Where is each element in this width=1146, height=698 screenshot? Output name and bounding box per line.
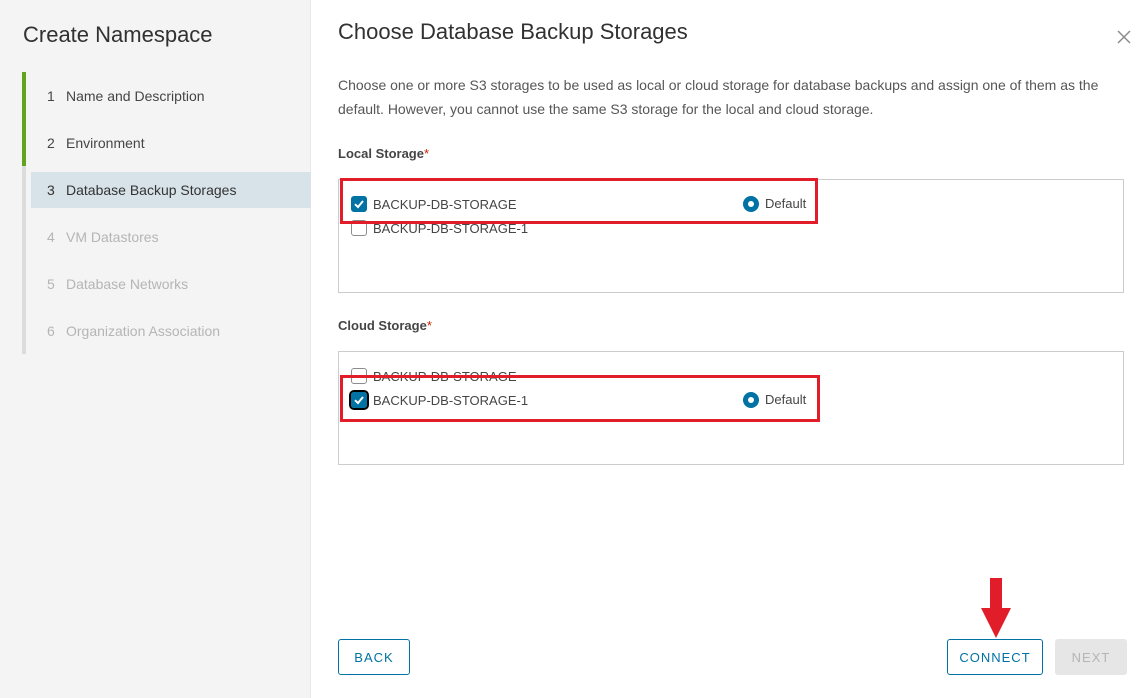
step-label: VM Datastores bbox=[66, 228, 159, 245]
cloud-storage-label: Cloud Storage* bbox=[338, 318, 432, 333]
cloud-storage-label-text: Cloud Storage bbox=[338, 318, 427, 333]
local-storage-label-text: Local Storage bbox=[338, 146, 424, 161]
annotation-highlight-box bbox=[340, 178, 818, 224]
step-label: Organization Association bbox=[66, 322, 221, 339]
annotation-arrow-icon bbox=[981, 578, 1011, 638]
step-organization-association: 6 Organization Association bbox=[22, 307, 311, 354]
step-label: Database Networks bbox=[66, 275, 189, 292]
step-label: Name and Description bbox=[66, 87, 205, 104]
step-vm-datastores: 4 VM Datastores bbox=[22, 213, 311, 260]
wizard-steps: 1 Name and Description 2 Environment 3 D… bbox=[22, 72, 311, 354]
step-number: 6 bbox=[47, 322, 55, 339]
step-number: 1 bbox=[47, 87, 55, 104]
step-environment[interactable]: 2 Environment bbox=[22, 119, 311, 166]
required-mark: * bbox=[426, 318, 432, 333]
step-database-backup-storages[interactable]: 3 Database Backup Storages bbox=[22, 166, 311, 213]
step-database-networks: 5 Database Networks bbox=[22, 260, 311, 307]
step-number: 5 bbox=[47, 275, 55, 292]
step-name-and-description[interactable]: 1 Name and Description bbox=[22, 72, 311, 119]
page-title: Choose Database Backup Storages bbox=[338, 19, 688, 44]
page-description: Choose one or more S3 storages to be use… bbox=[338, 77, 1099, 117]
local-storage-label: Local Storage* bbox=[338, 146, 429, 161]
step-number: 4 bbox=[47, 228, 55, 245]
required-mark: * bbox=[423, 146, 430, 161]
step-number: 3 bbox=[47, 181, 55, 198]
close-icon[interactable] bbox=[1116, 29, 1132, 45]
annotation-highlight-box bbox=[340, 375, 820, 422]
step-label: Environment bbox=[66, 134, 145, 151]
wizard-sidebar: Create Namespace 1 Name and Description … bbox=[0, 0, 311, 698]
step-number: 2 bbox=[47, 134, 55, 151]
back-button[interactable]: BACK bbox=[338, 639, 410, 675]
step-label: Database Backup Storages bbox=[66, 181, 237, 198]
next-button: NEXT bbox=[1055, 639, 1127, 675]
connect-button[interactable]: CONNECT bbox=[947, 639, 1043, 675]
wizard-title: Create Namespace bbox=[23, 22, 213, 47]
